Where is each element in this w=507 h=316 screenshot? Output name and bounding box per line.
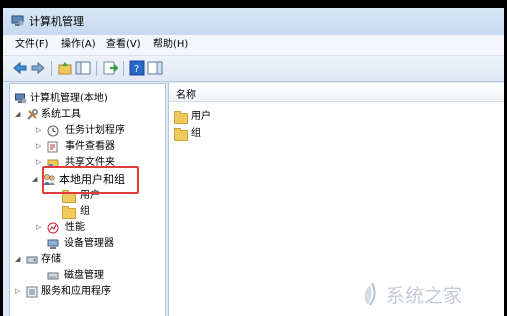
menu-bar: 文件(F) 操作(A) 查看(V) 帮助(H) xyxy=(3,35,504,56)
storage-icon xyxy=(26,256,38,264)
tree-node-services-apps[interactable]: ▷ 服务和应用程序 xyxy=(15,284,165,299)
folder-icon xyxy=(174,128,188,141)
tree-label: 性能 xyxy=(65,222,85,233)
watermark-logo: 系统之家 xyxy=(364,282,462,307)
services-icon xyxy=(26,286,38,298)
tree-label: 系统工具 xyxy=(41,109,81,120)
help-icon[interactable]: ? xyxy=(129,60,145,76)
expanded-arrow-icon[interactable]: ◢ xyxy=(15,107,20,122)
watermark-text: 系统之家 xyxy=(386,285,462,307)
computer-management-icon xyxy=(11,15,24,26)
tree-node-system-tools[interactable]: ◢ 系统工具 xyxy=(15,107,165,122)
title-bar: 计算机管理 xyxy=(3,8,504,35)
performance-icon xyxy=(47,222,59,234)
folder-icon xyxy=(62,206,76,219)
tree-node-root[interactable]: 计算机管理(本地) xyxy=(15,91,165,106)
tree-label: 计算机管理(本地) xyxy=(30,93,108,104)
menu-view[interactable]: 查看(V) xyxy=(106,39,141,51)
collapsed-arrow-icon[interactable]: ▷ xyxy=(36,123,41,138)
highlight-box xyxy=(42,166,139,194)
device-manager-icon xyxy=(47,239,59,249)
collapsed-arrow-icon[interactable]: ▷ xyxy=(36,139,41,154)
tree-label: 服务和应用程序 xyxy=(41,286,111,297)
expanded-arrow-icon[interactable]: ◢ xyxy=(32,172,37,187)
tree-label: 设备管理器 xyxy=(64,238,114,249)
column-header-name[interactable]: 名称 xyxy=(169,83,504,102)
menu-action[interactable]: 操作(A) xyxy=(61,39,96,51)
menu-file[interactable]: 文件(F) xyxy=(15,39,49,51)
tree-node-performance[interactable]: ▷ 性能 xyxy=(36,220,165,235)
tree-label: 组 xyxy=(80,206,90,217)
clock-icon xyxy=(47,125,59,137)
collapsed-arrow-icon[interactable]: ▷ xyxy=(36,155,41,170)
toolbar-separator xyxy=(96,61,97,76)
svg-text:?: ? xyxy=(134,64,139,75)
computer-management-icon xyxy=(15,93,27,104)
tree-label: 磁盘管理 xyxy=(64,270,104,281)
toolbar: ? xyxy=(3,56,504,82)
back-arrow-icon[interactable] xyxy=(12,60,28,76)
forward-arrow-icon[interactable] xyxy=(30,60,46,76)
computer-management-window: 计算机管理 文件(F) 操作(A) 查看(V) 帮助(H) ? 计算机管理(本地… xyxy=(3,8,504,316)
tree-label: 存储 xyxy=(41,254,61,265)
collapsed-arrow-icon[interactable]: ▷ xyxy=(36,220,41,235)
window-title: 计算机管理 xyxy=(29,15,84,28)
expanded-arrow-icon[interactable]: ◢ xyxy=(15,252,20,267)
menu-help[interactable]: 帮助(H) xyxy=(153,39,188,51)
tree-node-disk-management[interactable]: 磁盘管理 xyxy=(47,268,165,283)
tree-node-storage[interactable]: ◢ 存储 xyxy=(15,252,165,267)
list-item-label: 组 xyxy=(191,128,201,139)
show-hide-console-tree-icon[interactable] xyxy=(75,60,91,76)
toolbar-separator xyxy=(123,61,124,76)
tree-label: 任务计划程序 xyxy=(65,125,125,136)
collapsed-arrow-icon[interactable]: ▷ xyxy=(15,284,20,299)
folder-icon xyxy=(174,111,188,124)
up-folder-icon[interactable] xyxy=(57,60,73,76)
export-list-icon[interactable] xyxy=(102,60,118,76)
tree-node-device-manager[interactable]: 设备管理器 xyxy=(47,236,165,251)
list-item-label: 用户 xyxy=(191,111,211,122)
tools-icon xyxy=(27,109,38,120)
tree-node-groups[interactable]: 组 xyxy=(62,204,142,219)
list-item-users[interactable]: 用户 xyxy=(174,109,294,124)
tree-node-task-scheduler[interactable]: ▷ 任务计划程序 xyxy=(36,123,165,138)
toolbar-separator xyxy=(51,61,52,76)
list-item-groups[interactable]: 组 xyxy=(174,126,294,141)
disk-icon xyxy=(47,272,59,280)
console-tree: 计算机管理(本地) ◢ 系统工具 ▷ 任务计划程序 ▷ 事件查看器 ▷ 共享文件… xyxy=(9,83,166,316)
tree-node-event-viewer[interactable]: ▷ 事件查看器 xyxy=(36,139,165,154)
show-hide-action-pane-icon[interactable] xyxy=(147,60,163,76)
tree-label: 事件查看器 xyxy=(65,141,115,152)
column-header-label: 名称 xyxy=(176,90,196,101)
event-log-icon xyxy=(47,141,58,153)
